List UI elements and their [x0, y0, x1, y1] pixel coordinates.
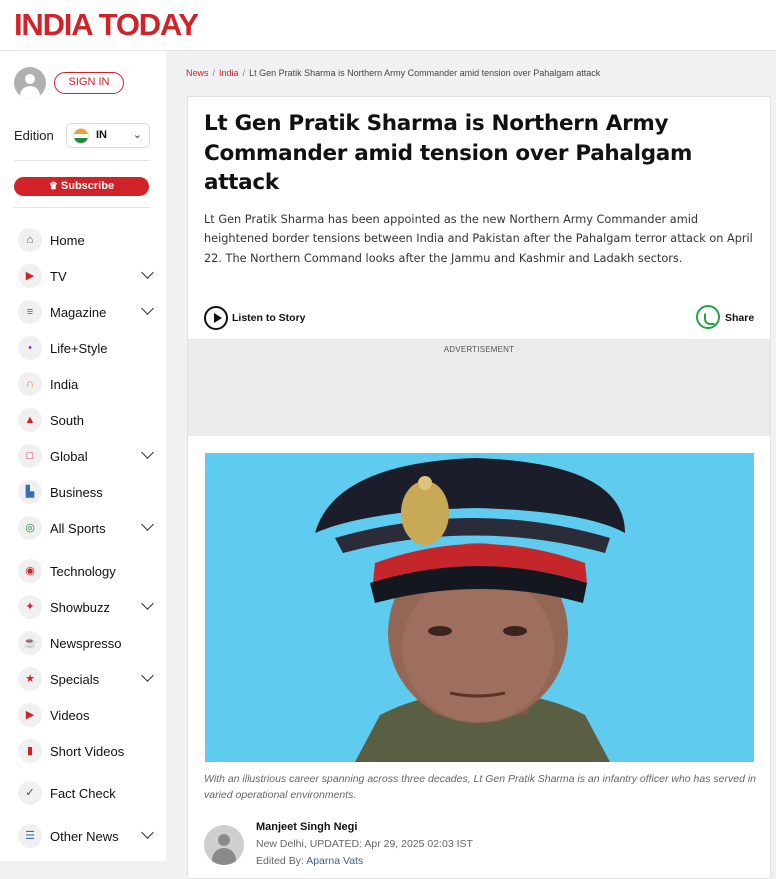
chevron-down-icon: ⌄ [132, 129, 142, 141]
chevron-down-icon[interactable] [141, 266, 154, 279]
sidebar-item-other-news[interactable]: ☰ Other News [18, 823, 158, 851]
sidebar-item-all-sports[interactable]: ◎ All Sports [18, 515, 158, 543]
technology-icon: ◉ [18, 559, 42, 583]
sidebar-item-videos[interactable]: ▶ Videos [18, 702, 158, 730]
article-headline: Lt Gen Pratik Sharma is Northern Army Co… [204, 111, 693, 195]
sidebar-item-label: India [50, 377, 79, 392]
sidebar-item-label: Life+Style [50, 341, 108, 356]
edition-value: IN [96, 129, 107, 141]
sidebar-item-label: Business [50, 485, 103, 500]
short-video-icon: ▮ [18, 739, 42, 763]
magazine-icon: ≡ [18, 300, 42, 324]
sidebar-item-label: Showbuzz [50, 600, 110, 615]
sidebar-item-label: Specials [50, 672, 100, 687]
sidebar-item-showbuzz[interactable]: ✦ Showbuzz [18, 594, 158, 622]
edited-by: Edited By: Aparna Vats [256, 855, 363, 867]
sidebar-item-life-style[interactable]: • Life+Style [18, 335, 158, 363]
sidebar-item-label: Home [50, 233, 85, 248]
sidebar-item-label: Short Videos [50, 744, 125, 759]
bar-chart-icon: ▙ [18, 480, 42, 504]
sidebar-item-label: Newspresso [50, 636, 122, 651]
news-icon: ☰ [18, 824, 42, 848]
home-icon: ⌂ [18, 228, 42, 252]
chevron-down-icon[interactable] [141, 669, 154, 682]
sidebar-item-newspresso[interactable]: ☕ Newspresso [18, 630, 158, 658]
sidebar-item-home[interactable]: ⌂ Home [18, 227, 158, 255]
showbuzz-icon: ✦ [18, 595, 42, 619]
breadcrumb-link-news[interactable]: News [186, 68, 209, 78]
sidebar-item-label: TV [50, 269, 67, 284]
dateline-updated: UPDATED: Apr 29, 2025 02:03 IST [309, 838, 473, 850]
subscribe-button[interactable]: ♛ Subscribe [14, 177, 149, 196]
officer-portrait-image [205, 453, 754, 762]
chevron-down-icon[interactable] [141, 302, 154, 315]
sidebar-item-label: All Sports [50, 521, 106, 536]
coffee-icon: ☕ [18, 631, 42, 655]
article-card: Lt Gen Pratik Sharma is Northern Army Co… [187, 96, 771, 879]
sign-in-button[interactable]: SIGN IN [54, 72, 124, 94]
sidebar-item-label: Magazine [50, 305, 107, 320]
photo-caption: With an illustrious career spanning acro… [204, 773, 757, 801]
advertisement-label: ADVERTISEMENT [443, 345, 515, 354]
sidebar-item-tv[interactable]: ▶ TV [18, 263, 158, 291]
user-avatar-icon[interactable] [14, 67, 46, 99]
fact-check-icon: ✓ [18, 781, 42, 805]
dateline-location: New Delhi, [256, 838, 307, 850]
sidebar-item-short-videos[interactable]: ▮ Short Videos [18, 738, 158, 766]
edition-label: Edition [14, 128, 54, 143]
sidebar-gutter [166, 51, 170, 861]
sidebar-item-south[interactable]: ▲ South [18, 407, 158, 435]
editor-name[interactable]: Aparna Vats [306, 855, 363, 867]
play-icon [204, 306, 228, 330]
sidebar-item-label: South [50, 413, 84, 428]
breadcrumb-current: Lt Gen Pratik Sharma is Northern Army Co… [249, 68, 601, 78]
sidebar: SIGN IN Edition IN ⌄ ♛ Subscribe ⌂ Home ▶ TV… [0, 51, 166, 861]
india-flag-icon [73, 128, 89, 144]
crown-icon: ♛ [48, 181, 58, 192]
divider [14, 160, 150, 161]
edition-select[interactable]: IN ⌄ [66, 123, 150, 148]
sports-icon: ◎ [18, 516, 42, 540]
sidebar-item-business[interactable]: ▙ Business [18, 479, 158, 507]
top-header: INDIA TODAY [0, 0, 776, 51]
article-photo [205, 453, 754, 762]
live-tv-icon: ▶ [18, 264, 42, 288]
chevron-down-icon[interactable] [141, 597, 154, 610]
chevron-down-icon[interactable] [141, 518, 154, 531]
sidebar-item-label: Global [50, 449, 88, 464]
subscribe-label: Subscribe [60, 180, 115, 192]
cocktail-icon: • [18, 336, 42, 360]
globe-icon: □ [18, 444, 42, 468]
breadcrumb: News / India / Lt Gen Pratik Sharma is North… [186, 68, 601, 78]
edited-by-label: Edited By: [256, 855, 304, 867]
listen-label: Listen to Story [232, 312, 306, 324]
specials-icon: ★ [18, 667, 42, 691]
article-summary: Lt Gen Pratik Sharma has been appointed … [204, 213, 753, 265]
author-avatar-icon [204, 825, 244, 865]
sidebar-item-magazine[interactable]: ≡ Magazine [18, 299, 158, 327]
sidebar-item-technology[interactable]: ◉ Technology [18, 558, 158, 586]
advertisement-slot: ADVERTISEMENT [188, 339, 770, 436]
sidebar-item-global[interactable]: □ Global [18, 443, 158, 471]
sidebar-item-specials[interactable]: ★ Specials [18, 666, 158, 694]
article-dateline: New Delhi, UPDATED: Apr 29, 2025 02:03 I… [256, 838, 473, 850]
whatsapp-icon [696, 305, 720, 329]
sidebar-item-india[interactable]: ∩ India [18, 371, 158, 399]
sidebar-item-label: Fact Check [50, 786, 116, 801]
divider [14, 207, 150, 208]
sidebar-item-label: Other News [50, 829, 119, 844]
share-label: Share [725, 312, 755, 324]
sidebar-item-label: Videos [50, 708, 90, 723]
chevron-down-icon[interactable] [141, 446, 154, 459]
chevron-down-icon[interactable] [141, 826, 154, 839]
sidebar-item-label: Technology [50, 564, 116, 579]
breadcrumb-link-india[interactable]: India [219, 68, 239, 78]
temple-icon: ▲ [18, 408, 42, 432]
india-today-logo[interactable]: INDIA TODAY [14, 8, 199, 42]
sidebar-item-fact-check[interactable]: ✓ Fact Check [18, 780, 158, 808]
india-gate-icon: ∩ [18, 372, 42, 396]
share-button[interactable]: Share [696, 305, 766, 331]
video-icon: ▶ [18, 703, 42, 727]
author-name[interactable]: Manjeet Singh Negi [256, 821, 357, 833]
